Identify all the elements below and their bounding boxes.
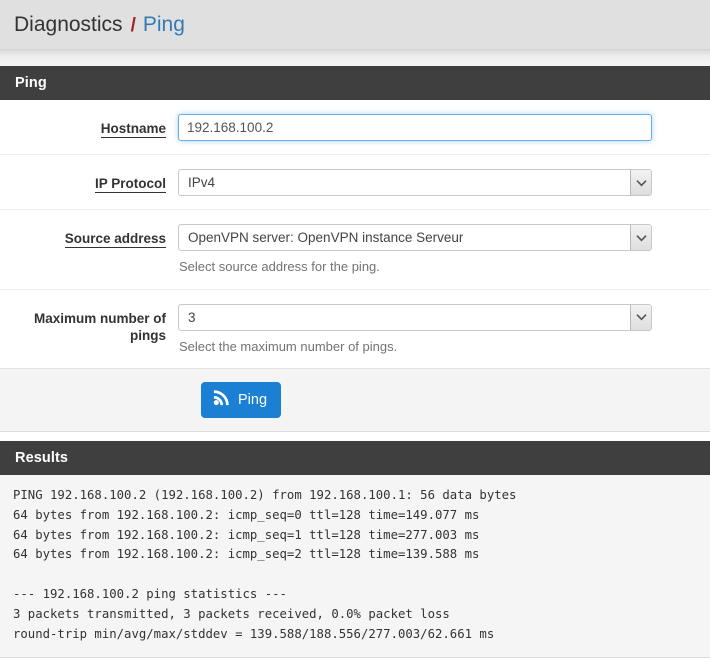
- breadcrumb-separator: /: [130, 15, 136, 36]
- ping-panel-footer: Ping: [0, 368, 710, 431]
- max-pings-selected-value: 3: [188, 309, 196, 325]
- hostname-label: Hostname: [0, 114, 178, 138]
- chevron-down-icon[interactable]: [630, 304, 651, 330]
- form-row-hostname: Hostname: [0, 100, 710, 155]
- breadcrumb: Diagnostics / Ping: [14, 14, 185, 35]
- ping-submit-button-label: Ping: [238, 391, 268, 408]
- ping-submit-button[interactable]: Ping: [201, 382, 282, 418]
- form-row-source-address: Source address OpenVPN server: OpenVPN i…: [0, 210, 710, 290]
- form-row-max-pings: Maximum number of pings 3 Select the max…: [0, 289, 710, 369]
- ip-protocol-select[interactable]: IPv4: [178, 169, 652, 196]
- source-address-help-text: Select source address for the ping.: [179, 259, 380, 274]
- ip-protocol-selected-value: IPv4: [188, 175, 216, 190]
- panel-gap-spacer: [0, 432, 710, 441]
- rss-icon: [213, 389, 230, 411]
- ping-panel-title: Ping: [0, 66, 710, 100]
- ping-output-text: PING 192.168.100.2 (192.168.100.2) from …: [13, 487, 517, 642]
- ip-protocol-label: IP Protocol: [0, 169, 178, 193]
- source-address-label: Source address: [0, 224, 178, 248]
- ip-protocol-label-text: IP Protocol: [94, 176, 166, 193]
- results-panel: Results PING 192.168.100.2 (192.168.100.…: [0, 440, 710, 658]
- page-header: Diagnostics / Ping: [0, 0, 710, 49]
- max-pings-help-text: Select the maximum number of pings.: [179, 338, 398, 354]
- source-address-label-text: Source address: [64, 231, 166, 248]
- header-shadow-divider: [0, 49, 710, 66]
- ip-protocol-control-area: IPv4: [178, 169, 710, 196]
- hostname-input[interactable]: [178, 114, 652, 141]
- source-address-select[interactable]: OpenVPN server: OpenVPN instance Serveur: [178, 224, 652, 251]
- source-address-selected-value: OpenVPN server: OpenVPN instance Serveur: [188, 230, 464, 245]
- results-panel-title: Results: [0, 440, 710, 475]
- ping-panel: Ping Hostname IP Protocol IPv4 Source ad…: [0, 66, 710, 432]
- chevron-down-icon[interactable]: [630, 225, 651, 250]
- source-address-control-area: OpenVPN server: OpenVPN instance Serveur…: [178, 224, 710, 276]
- chevron-down-icon[interactable]: [630, 170, 651, 195]
- hostname-control-area: [178, 114, 710, 141]
- max-pings-select[interactable]: 3: [178, 303, 652, 331]
- max-pings-label: Maximum number of pings: [33, 310, 166, 344]
- max-pings-control-area: 3 Select the maximum number of pings.: [178, 303, 710, 356]
- hostname-label-text: Hostname: [100, 121, 166, 138]
- breadcrumb-current-page[interactable]: Ping: [143, 14, 185, 35]
- form-row-ip-protocol: IP Protocol IPv4: [0, 155, 710, 210]
- breadcrumb-root[interactable]: Diagnostics: [14, 14, 123, 35]
- results-body: PING 192.168.100.2 (192.168.100.2) from …: [0, 474, 710, 658]
